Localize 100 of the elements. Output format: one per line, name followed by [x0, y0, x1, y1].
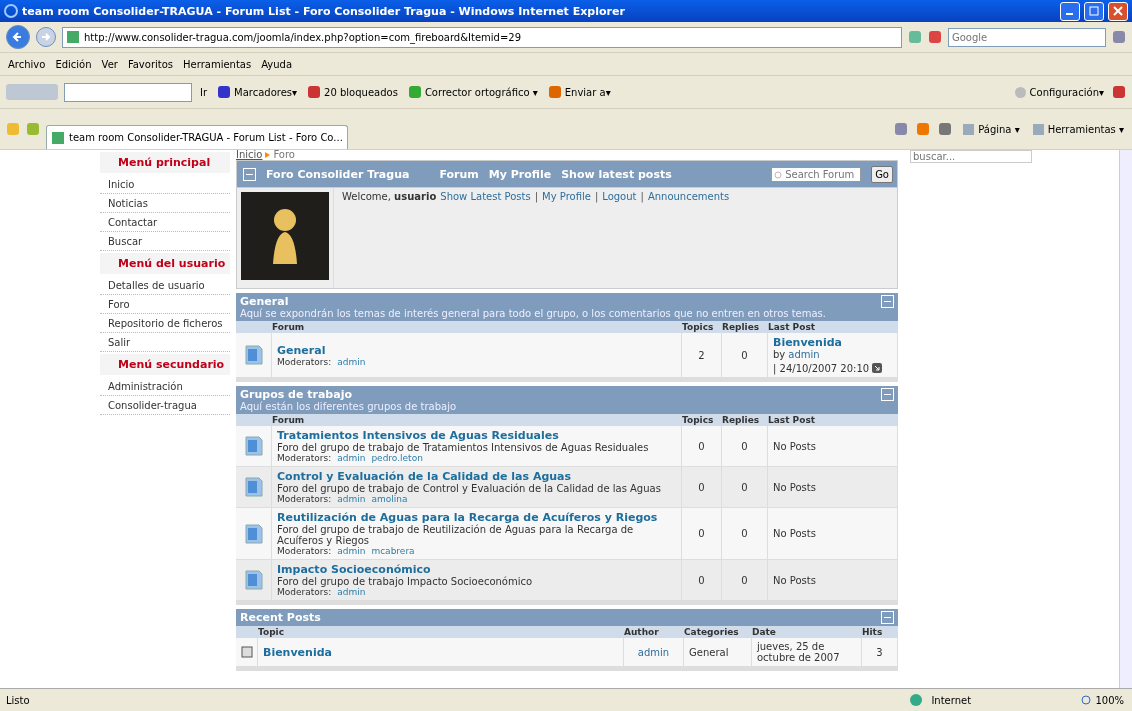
settings-button[interactable]: Configuración▾: [1011, 85, 1106, 99]
menu-item[interactable]: Favoritos: [125, 58, 176, 70]
column-header: Replies: [722, 414, 768, 426]
author-link[interactable]: admin: [637, 646, 670, 658]
toolbar-button[interactable]: Enviar a▾: [545, 85, 613, 99]
category-title: Grupos de trabajo: [240, 388, 353, 401]
moderator-link[interactable]: amolina: [371, 494, 408, 504]
column-header: Hits: [862, 626, 898, 638]
scrollbar[interactable]: [1119, 150, 1132, 688]
go-button[interactable]: Go: [871, 165, 893, 183]
breadcrumb-link[interactable]: Inicio: [236, 152, 263, 158]
collapse-icon[interactable]: [243, 167, 256, 181]
menu-item[interactable]: Archivo: [6, 58, 48, 70]
address-field[interactable]: http://www.consolider-tragua.com/joomla/index.php?option=com_fireboard&Itemid=29: [62, 26, 902, 48]
collapse-icon[interactable]: [881, 388, 894, 401]
moderator-link[interactable]: admin: [337, 356, 366, 367]
sidebar-link[interactable]: Foro: [100, 295, 230, 314]
moderator-link[interactable]: admin: [337, 453, 366, 463]
command-button[interactable]: Herramientas ▾: [1029, 122, 1126, 136]
go-button[interactable]: Ir: [198, 86, 210, 98]
no-posts-text: No Posts: [773, 481, 817, 493]
column-header: Date: [752, 626, 862, 638]
forum-title: Foro Consolider Tragua: [266, 167, 410, 181]
back-button[interactable]: [6, 25, 30, 49]
minimize-button[interactable]: [1060, 1, 1080, 21]
zone-text: Internet: [931, 694, 973, 706]
moderator-link[interactable]: admin: [337, 546, 366, 556]
board-title-link[interactable]: Control y Evaluación de la Calidad de las Aguas: [277, 470, 676, 483]
document-icon: [243, 476, 264, 498]
moderator-link[interactable]: pedro.leton: [371, 453, 423, 463]
category-description: Aquí se expondrán los temas de interés general para todo el grupo, o los comentarios que no entren en otros temas.: [240, 308, 827, 319]
header-cell: [236, 321, 272, 333]
collapse-icon[interactable]: [881, 295, 894, 308]
google-search-field[interactable]: [64, 82, 192, 102]
forum-search-field[interactable]: Search Forum: [771, 166, 862, 182]
toolbar-button[interactable]: Corrector ortográfico ▾: [405, 85, 540, 99]
moderators-label: Moderators:: [277, 494, 332, 504]
menu-item[interactable]: Ver: [99, 58, 120, 70]
sidebar-link[interactable]: Salir: [100, 333, 230, 352]
zoom-button[interactable]: 100%: [1079, 694, 1126, 706]
column-header: Topics: [682, 321, 722, 333]
moderator-link[interactable]: admin: [337, 587, 366, 597]
column-header: Last Post: [768, 321, 898, 333]
search-field[interactable]: Google: [948, 27, 1106, 47]
post-date: | 24/10/2007 20:10: [773, 363, 870, 374]
toolbar-button[interactable]: 20 bloqueados: [305, 85, 400, 99]
welcome-link[interactable]: Announcements: [647, 191, 730, 202]
header-cell: [236, 626, 258, 638]
welcome-link[interactable]: Logout: [602, 191, 637, 202]
menu-item[interactable]: Ayuda: [259, 58, 295, 70]
board-title-link[interactable]: Tratamientos Intensivos de Aguas Residuales: [277, 429, 676, 442]
replies-count: 0: [741, 481, 748, 493]
menu-item[interactable]: Herramientas: [181, 58, 254, 70]
moderators-label: Moderators:: [277, 587, 332, 597]
welcome-link[interactable]: My Profile: [542, 191, 591, 202]
no-posts-text: No Posts: [773, 528, 817, 539]
circle-icon: [1013, 85, 1027, 99]
jump-icon[interactable]: [872, 363, 883, 373]
author-link[interactable]: admin: [788, 349, 820, 360]
sidebar-link[interactable]: Administración: [100, 377, 230, 396]
separator: |: [534, 191, 539, 202]
window-title: team room Consolider-TRAGUA - Forum List - Foro Consolider Tragua - Windows Internet Explorer: [22, 4, 626, 18]
sidebar-link[interactable]: Repositorio de ficheros: [100, 314, 230, 333]
welcome-link[interactable]: Show Latest Posts: [440, 191, 531, 202]
sidebar-link[interactable]: Contactar: [100, 213, 230, 232]
column-header: Categories: [684, 626, 752, 638]
last-post-link[interactable]: Bienvenida: [773, 336, 892, 349]
close-button[interactable]: [1108, 1, 1128, 21]
replies-count: 0: [741, 440, 748, 452]
toolbar-button[interactable]: Marcadores▾: [215, 85, 300, 99]
sidebar-link[interactable]: Noticias: [100, 194, 230, 213]
maximize-button[interactable]: [1084, 1, 1104, 21]
by-label: by: [773, 349, 786, 360]
toolbar-icon: [307, 85, 322, 99]
category-description: Aquí están los diferentes grupos de trabajo: [240, 401, 458, 412]
section-title: Recent Posts: [240, 611, 322, 624]
topic-link[interactable]: Bienvenida: [263, 645, 618, 659]
sidebar-link[interactable]: Detalles de usuario: [100, 276, 230, 295]
breadcrumb-current: Foro: [273, 152, 295, 158]
forum-description: Foro del grupo de trabajo de Tratamientos Intensivos de Aguas Residuales: [277, 442, 650, 453]
forward-button[interactable]: [36, 27, 56, 47]
browser-tab[interactable]: team room Consolider-TRAGUA - Forum List - Foro Co...: [46, 125, 348, 149]
topics-count: 0: [698, 528, 705, 539]
sidebar-link[interactable]: Inicio: [100, 175, 230, 194]
sidebar-link[interactable]: Buscar: [100, 232, 230, 251]
board-title-link[interactable]: Reutilización de Aguas para la Recarga de Acuíferos y Riegos: [277, 511, 676, 524]
sidebar-link[interactable]: Consolider-tragua: [100, 396, 230, 415]
menu-item[interactable]: Edición: [53, 58, 94, 70]
column-header: Forum: [272, 414, 682, 426]
moderator-link[interactable]: admin: [337, 494, 366, 504]
board-title-link[interactable]: Impacto Socioeconómico: [277, 563, 676, 576]
collapse-icon[interactable]: [881, 611, 894, 624]
board-title-link[interactable]: General: [277, 343, 676, 357]
command-button[interactable]: Página ▾: [960, 122, 1022, 136]
toolbar-icon: [217, 85, 232, 99]
moderator-link[interactable]: mcabrera: [371, 546, 415, 556]
globe-icon: [909, 693, 924, 707]
separator: |: [594, 191, 599, 202]
search-field[interactable]: buscar...: [910, 150, 1032, 163]
menu-heading: Menú principal: [100, 152, 230, 173]
